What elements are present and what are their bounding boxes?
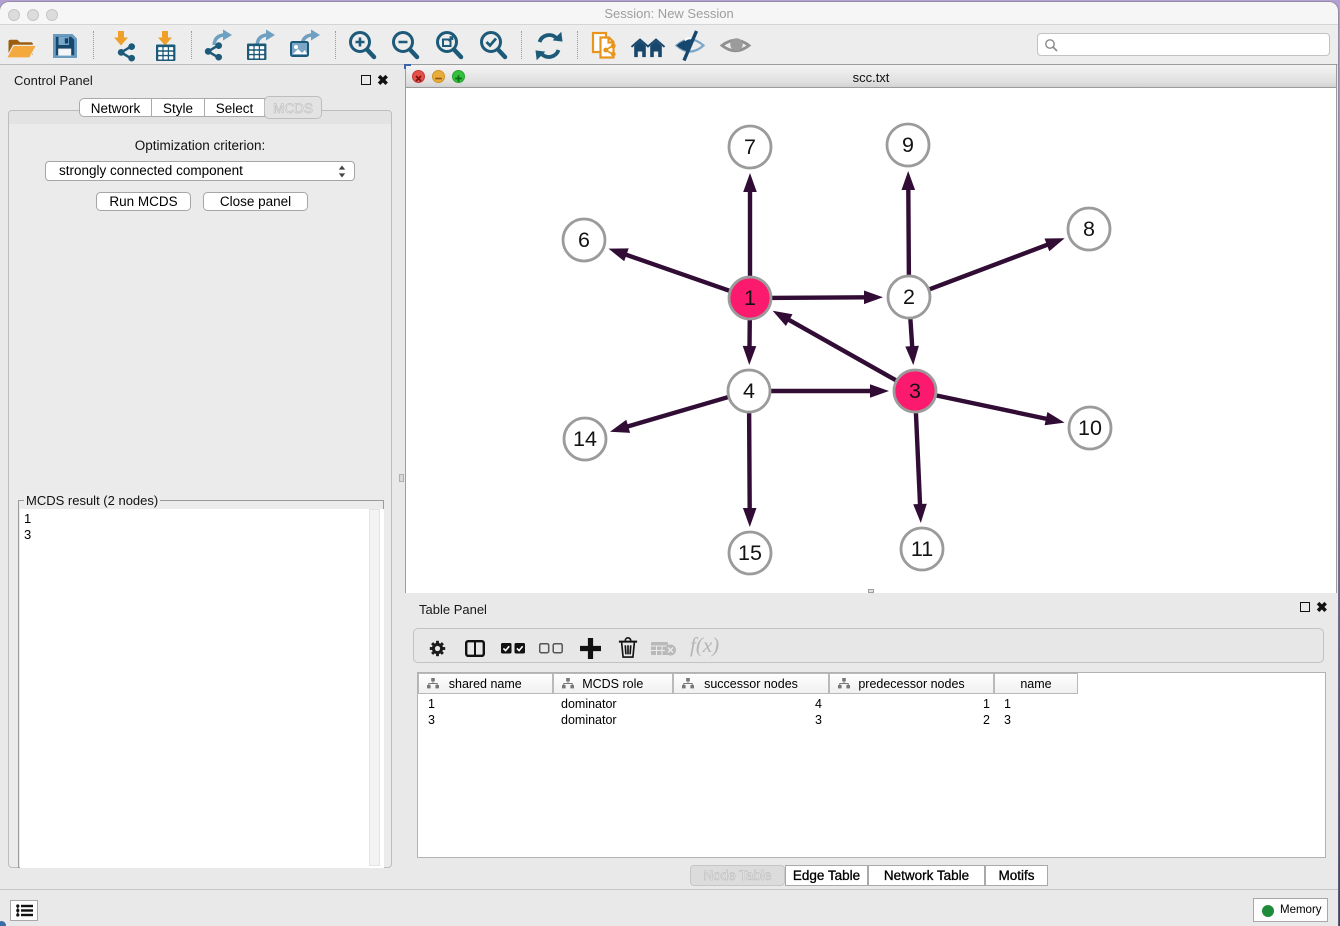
svg-text:1: 1 [744, 286, 756, 310]
svg-text:8: 8 [1083, 217, 1095, 241]
svg-text:2: 2 [903, 285, 915, 309]
svg-text:9: 9 [902, 133, 914, 157]
svg-text:6: 6 [578, 228, 590, 252]
svg-text:10: 10 [1078, 416, 1102, 440]
svg-text:7: 7 [744, 135, 756, 159]
svg-text:15: 15 [738, 541, 762, 565]
svg-text:3: 3 [909, 379, 921, 403]
svg-text:4: 4 [743, 379, 755, 403]
svg-text:14: 14 [573, 427, 597, 451]
svg-text:11: 11 [911, 537, 933, 561]
